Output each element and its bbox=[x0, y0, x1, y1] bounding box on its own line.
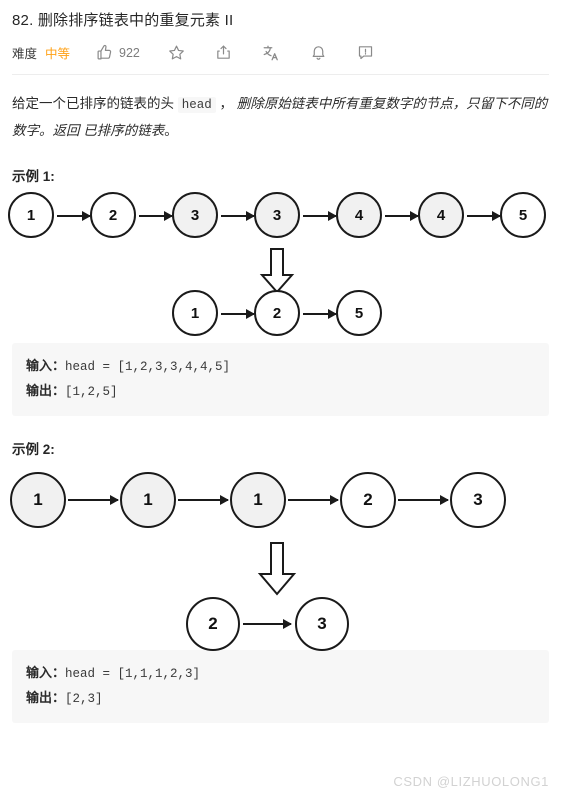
edge bbox=[139, 211, 173, 221]
node-value: 5 bbox=[354, 304, 364, 322]
edge bbox=[243, 619, 292, 629]
list-node: 1 bbox=[120, 472, 176, 528]
input-value: head = [1,2,3,3,4,4,5] bbox=[65, 360, 231, 374]
transform-arrow-icon bbox=[256, 541, 298, 602]
list-node: 3 bbox=[254, 192, 300, 238]
node-value: 3 bbox=[190, 206, 200, 224]
input-value: head = [1,1,1,2,3] bbox=[65, 667, 201, 681]
node-value: 4 bbox=[354, 206, 364, 224]
example-1-code-block: 输入：head = [1,2,3,3,4,4,5] 输出：[1,2,5] bbox=[12, 343, 549, 416]
list-node: 5 bbox=[336, 290, 382, 336]
share-button[interactable] bbox=[215, 44, 232, 61]
node-value: 1 bbox=[190, 304, 200, 322]
like-count: 922 bbox=[119, 45, 140, 60]
node-value: 2 bbox=[208, 614, 218, 633]
watermark: CSDN @LIZHUOLONG1 bbox=[393, 774, 549, 789]
example-1-figure: 1 2 3 3 4 4 5 1 2 5 bbox=[0, 185, 561, 343]
node-value: 3 bbox=[473, 490, 483, 509]
list-node: 5 bbox=[500, 192, 546, 238]
code-line: 输入：head = [1,2,3,3,4,4,5] bbox=[26, 354, 535, 379]
edge bbox=[57, 211, 91, 221]
code-line: 输出：[1,2,5] bbox=[26, 379, 535, 404]
input-label: 输入： bbox=[26, 358, 66, 373]
page-title: 82. 删除排序链表中的重复元素 II bbox=[12, 12, 234, 29]
list-node: 2 bbox=[254, 290, 300, 336]
input-label: 输入： bbox=[26, 665, 66, 680]
node-value: 3 bbox=[272, 206, 282, 224]
list-node: 2 bbox=[340, 472, 396, 528]
feedback-button[interactable] bbox=[357, 44, 374, 61]
meta-bar: 难度 中等 922 bbox=[0, 32, 561, 64]
code-line: 输出：[2,3] bbox=[26, 686, 535, 711]
translate-icon bbox=[262, 44, 280, 62]
list-node: 2 bbox=[90, 192, 136, 238]
edge bbox=[385, 211, 419, 221]
share-icon bbox=[215, 44, 232, 61]
node-value: 3 bbox=[317, 614, 327, 633]
bell-icon bbox=[310, 44, 327, 61]
edge bbox=[221, 309, 255, 319]
node-value: 1 bbox=[143, 490, 153, 509]
favorite-button[interactable] bbox=[168, 44, 185, 61]
list-node: 4 bbox=[418, 192, 464, 238]
edge bbox=[221, 211, 255, 221]
node-value: 2 bbox=[363, 490, 373, 509]
output-value: [2,3] bbox=[65, 692, 103, 706]
list-node: 3 bbox=[295, 597, 349, 651]
list-node: 1 bbox=[8, 192, 54, 238]
description-part4: 已排序的链表 bbox=[83, 123, 165, 138]
like-button[interactable]: 922 bbox=[96, 44, 140, 61]
problem-description: 给定一个已排序的链表的头 head ， 删除原始链表中所有重复数字的节点，只留下… bbox=[0, 75, 561, 143]
node-value: 2 bbox=[272, 304, 282, 322]
output-label: 输出： bbox=[26, 690, 66, 705]
example-2-figure: 1 1 1 2 3 2 3 bbox=[0, 458, 561, 651]
list-node: 1 bbox=[10, 472, 66, 528]
example-1-heading: 示例 1: bbox=[12, 169, 55, 184]
list-node: 3 bbox=[450, 472, 506, 528]
list-node: 3 bbox=[172, 192, 218, 238]
description-part1: 给定一个已排序的链表的头 bbox=[12, 96, 178, 111]
code-line: 输入：head = [1,1,1,2,3] bbox=[26, 661, 535, 686]
translate-button[interactable] bbox=[262, 44, 280, 62]
node-value: 1 bbox=[26, 206, 36, 224]
edge bbox=[303, 309, 337, 319]
list-node: 2 bbox=[186, 597, 240, 651]
edge bbox=[398, 495, 449, 505]
edge bbox=[303, 211, 337, 221]
output-label: 输出： bbox=[26, 383, 66, 398]
list-node: 4 bbox=[336, 192, 382, 238]
example-2-code-block: 输入：head = [1,1,1,2,3] 输出：[2,3] bbox=[12, 650, 549, 723]
edge bbox=[178, 495, 229, 505]
description-part2: ， bbox=[215, 96, 234, 111]
difficulty-badge: 中等 bbox=[45, 47, 71, 61]
thumbs-up-icon bbox=[96, 44, 113, 61]
node-value: 1 bbox=[253, 490, 263, 509]
node-value: 5 bbox=[518, 206, 528, 224]
node-value: 2 bbox=[108, 206, 118, 224]
output-value: [1,2,5] bbox=[65, 385, 118, 399]
description-inline-code: head bbox=[177, 97, 216, 113]
edge bbox=[288, 495, 339, 505]
list-node: 1 bbox=[172, 290, 218, 336]
description-part5: 。 bbox=[164, 123, 178, 138]
difficulty-label: 难度 bbox=[12, 47, 38, 61]
list-node: 1 bbox=[230, 472, 286, 528]
edge bbox=[467, 211, 501, 221]
node-value: 4 bbox=[436, 206, 446, 224]
node-value: 1 bbox=[33, 490, 43, 509]
example-2-heading: 示例 2: bbox=[12, 442, 55, 457]
edge bbox=[68, 495, 119, 505]
star-icon bbox=[168, 44, 185, 61]
notification-button[interactable] bbox=[310, 44, 327, 61]
feedback-icon bbox=[357, 44, 374, 61]
